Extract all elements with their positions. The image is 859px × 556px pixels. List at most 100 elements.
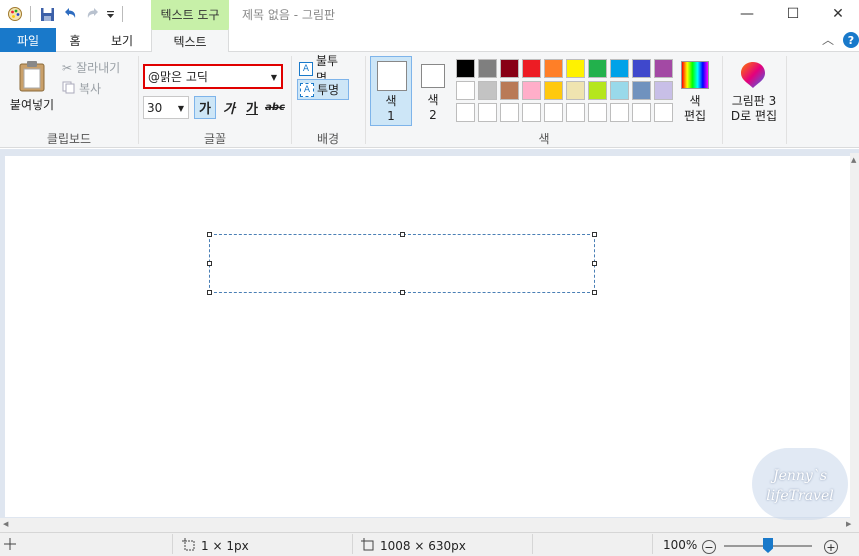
palette-swatch[interactable] [632, 81, 651, 100]
color-spectrum-icon [681, 61, 709, 89]
clipboard-group-label: 클립보드 [46, 132, 92, 146]
selection-size-icon [182, 538, 195, 554]
palette-swatch[interactable] [566, 103, 585, 122]
color2-number: 2 [429, 108, 437, 122]
text-box-selection[interactable] [207, 232, 597, 295]
palette-swatch[interactable] [588, 81, 607, 100]
palette-swatch[interactable] [456, 81, 475, 100]
horizontal-scrollbar[interactable] [0, 518, 859, 532]
text-tools-context-label: 텍스트 도구 [151, 0, 229, 28]
chevron-down-icon: ▼ [177, 104, 184, 113]
palette-swatch[interactable] [478, 59, 497, 78]
vertical-scrollbar[interactable] [850, 153, 859, 518]
opaque-option[interactable]: A 불투명 [297, 54, 349, 85]
font-size-value: 30 [147, 100, 163, 115]
tab-file[interactable]: 파일 [0, 28, 56, 52]
palette-swatch[interactable] [522, 103, 541, 122]
palette-swatch[interactable] [544, 59, 563, 78]
zoom-percent: 100% [663, 538, 698, 552]
palette-swatch[interactable] [500, 103, 519, 122]
palette-swatch[interactable] [654, 59, 673, 78]
palette-swatch[interactable] [500, 81, 519, 100]
divider [652, 534, 653, 554]
palette-swatch[interactable] [654, 103, 673, 122]
selection-size-value: 1 × 1px [201, 539, 249, 553]
tab-home[interactable]: 홈 [60, 28, 90, 52]
help-icon[interactable]: ? [843, 32, 859, 48]
collapse-ribbon-icon[interactable]: ︿ [822, 31, 834, 48]
tab-text[interactable]: 텍스트 [151, 28, 229, 53]
scroll-right-icon[interactable]: ▶ [846, 520, 851, 528]
palette-swatch[interactable] [522, 81, 541, 100]
color2-button[interactable]: 색 2 [418, 60, 448, 126]
zoom-out-button[interactable]: − [702, 540, 716, 554]
palette-swatch[interactable] [588, 103, 607, 122]
clipboard-icon [18, 60, 46, 95]
palette-swatch[interactable] [610, 59, 629, 78]
drawing-canvas[interactable] [5, 156, 850, 517]
edit-with-paint3d-button[interactable]: 그림판 3 D로 편집 [726, 58, 782, 128]
palette-swatch[interactable] [588, 59, 607, 78]
save-icon[interactable] [38, 5, 56, 23]
resize-handle-se[interactable] [592, 290, 597, 295]
scroll-left-icon[interactable]: ◀ [3, 520, 8, 528]
resize-handle-s[interactable] [400, 290, 405, 295]
palette-swatch[interactable] [522, 59, 541, 78]
chevron-down-icon: ▼ [270, 73, 277, 82]
maximize-button[interactable]: ☐ [770, 0, 816, 28]
palette-swatch[interactable] [456, 103, 475, 122]
customize-quick-access-icon[interactable] [104, 5, 116, 23]
copy-icon [62, 81, 75, 97]
palette-swatch[interactable] [632, 59, 651, 78]
transparent-option[interactable]: A 투명 [297, 79, 349, 100]
color1-button[interactable]: 색 1 [370, 56, 412, 126]
palette-swatch[interactable] [654, 81, 673, 100]
font-size-dropdown[interactable]: 30 ▼ [143, 96, 189, 119]
undo-icon[interactable] [61, 5, 79, 23]
resize-handle-ne[interactable] [592, 232, 597, 237]
edit-colors-label-a: 색 [689, 94, 701, 108]
paint3d-label-b: D로 편집 [730, 109, 778, 123]
palette-swatch[interactable] [544, 103, 563, 122]
palette-swatch[interactable] [478, 81, 497, 100]
palette-swatch[interactable] [456, 59, 475, 78]
copy-button[interactable]: 복사 [62, 80, 101, 97]
resize-handle-e[interactable] [592, 261, 597, 266]
zoom-in-button[interactable]: + [824, 540, 838, 554]
divider [786, 56, 787, 144]
paste-button[interactable]: 붙여넣기 [6, 58, 58, 116]
font-family-dropdown[interactable]: @맑은 고딕 ▼ [143, 64, 283, 89]
redo-icon[interactable] [84, 5, 102, 23]
palette-swatch[interactable] [544, 81, 563, 100]
divider [532, 534, 533, 554]
palette-swatch[interactable] [566, 81, 585, 100]
palette-swatch[interactable] [610, 103, 629, 122]
minimize-button[interactable]: — [724, 0, 770, 28]
divider [722, 56, 723, 144]
copy-label: 복사 [79, 82, 102, 96]
resize-handle-n[interactable] [400, 232, 405, 237]
resize-handle-nw[interactable] [207, 232, 212, 237]
palette-swatch[interactable] [566, 59, 585, 78]
underline-button[interactable]: 가 [241, 96, 263, 119]
image-size-value: 1008 × 630px [380, 539, 466, 553]
edit-colors-button[interactable]: 색 편집 [678, 58, 712, 128]
resize-handle-sw[interactable] [207, 290, 212, 295]
paint-app-icon[interactable] [6, 5, 24, 23]
tab-view[interactable]: 보기 [104, 28, 140, 52]
palette-swatch[interactable] [478, 103, 497, 122]
paint3d-icon [740, 61, 766, 89]
palette-swatch[interactable] [500, 59, 519, 78]
palette-swatch[interactable] [632, 103, 651, 122]
image-size: 1008 × 630px [361, 538, 466, 554]
bold-button[interactable]: 가 [194, 96, 216, 119]
cut-label: 잘라내기 [76, 61, 121, 75]
close-button[interactable]: ✕ [815, 0, 859, 28]
italic-button[interactable]: 가 [218, 96, 240, 119]
color1-swatch [377, 61, 407, 91]
palette-swatch[interactable] [610, 81, 629, 100]
strikethrough-button[interactable]: abc [264, 96, 286, 119]
resize-handle-w[interactable] [207, 261, 212, 266]
scroll-up-icon[interactable]: ▲ [851, 156, 856, 164]
cut-button[interactable]: ✂ 잘라내기 [62, 59, 120, 76]
